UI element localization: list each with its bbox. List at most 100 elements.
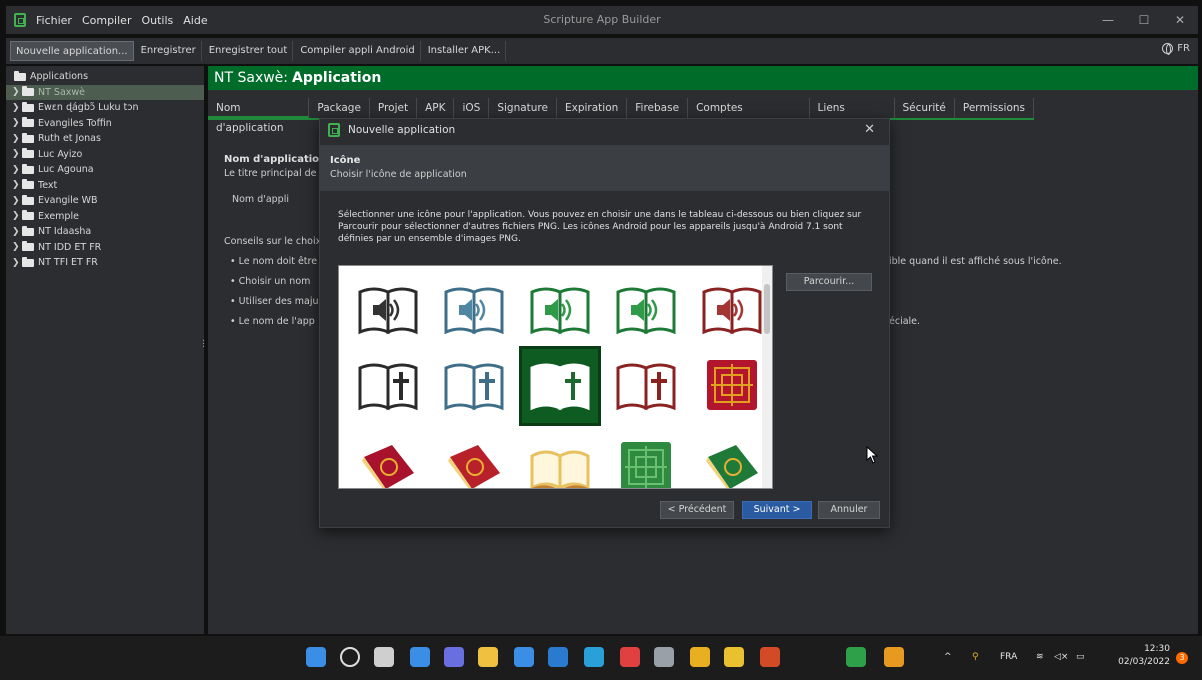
chevron-right-icon[interactable]: ❯ [12, 227, 22, 237]
icon-option[interactable] [691, 428, 772, 488]
microphone-icon[interactable]: ⚲ [972, 652, 979, 662]
icon-option[interactable] [347, 346, 429, 426]
tab-8[interactable]: Comptes d'utilisateurs [688, 98, 810, 134]
file-explorer-icon[interactable] [478, 647, 498, 667]
tab-0[interactable]: Nom d'application [208, 98, 310, 134]
chevron-right-icon[interactable]: ❯ [12, 103, 22, 113]
tray-chevron-icon[interactable]: ^ [944, 652, 952, 662]
browse-button[interactable]: Parcourir... [786, 273, 872, 291]
chevron-right-icon[interactable]: ❯ [12, 258, 22, 268]
chevron-right-icon[interactable]: ❯ [12, 118, 22, 128]
sidebar-item[interactable]: ❯ Luc Ayizo [6, 147, 204, 163]
icon-option[interactable] [347, 428, 429, 488]
menu-file[interactable]: Fichier [36, 14, 72, 27]
chevron-right-icon[interactable]: ❯ [12, 149, 22, 159]
sidebar-item[interactable]: ❯ Ruth et Jonas [6, 131, 204, 147]
chrome-icon[interactable] [724, 647, 744, 667]
clock[interactable]: 12:30 02/03/2022 [1118, 643, 1170, 669]
app-orange-icon[interactable] [884, 647, 904, 667]
tab-9[interactable]: Liens profonds [810, 98, 895, 134]
menu-help[interactable]: Aide [183, 14, 207, 27]
powerpoint-icon[interactable] [760, 647, 780, 667]
tab-2[interactable]: Projet [370, 98, 418, 118]
icon-option[interactable] [347, 270, 429, 350]
save-all-button[interactable]: Enregistrer tout [204, 41, 294, 61]
sidebar-item[interactable]: ❯ Exemple [6, 209, 204, 225]
chevron-right-icon[interactable]: ❯ [12, 165, 22, 175]
close-button[interactable]: ✕ [1162, 6, 1198, 34]
notification-badge[interactable]: 3 [1176, 652, 1188, 664]
chevron-right-icon[interactable]: ❯ [12, 134, 22, 144]
tab-5[interactable]: Signature [489, 98, 557, 118]
new-app-button[interactable]: Nouvelle application... [10, 41, 134, 61]
folder-icon [22, 179, 34, 190]
sidebar-item-label: Ruth et Jonas [38, 133, 101, 145]
previous-button[interactable]: < Précédent [660, 501, 734, 519]
chevron-right-icon[interactable]: ❯ [12, 87, 22, 97]
tab-6[interactable]: Expiration [557, 98, 628, 118]
maximize-button[interactable]: ☐ [1126, 6, 1162, 34]
sidebar-item[interactable]: ❯ Evangiles Toffin [6, 116, 204, 132]
tab-10[interactable]: Sécurité [895, 98, 955, 118]
battery-icon[interactable]: ▭ [1076, 652, 1085, 662]
icon-option[interactable] [605, 346, 687, 426]
cancel-button[interactable]: Annuler [818, 501, 880, 519]
lock-app-icon[interactable] [690, 647, 710, 667]
icon-option[interactable] [519, 346, 601, 426]
language-selector[interactable]: FR [1162, 43, 1190, 55]
sidebar-item[interactable]: ❯ Ewɛn ɖágbɔ̃ Luku tɔn [6, 100, 204, 116]
store-icon[interactable] [514, 647, 534, 667]
minimize-button[interactable]: — [1090, 6, 1126, 34]
task-view-icon[interactable] [374, 647, 394, 667]
tab-bar: Nom d'application Package Projet APK iOS Sign… [208, 98, 1034, 134]
install-apk-button[interactable]: Installer APK... [423, 41, 507, 61]
dialog-close-button[interactable]: ✕ [864, 122, 875, 137]
teams-chat-icon[interactable] [444, 647, 464, 667]
save-button[interactable]: Enregistrer [136, 41, 202, 61]
volume-icon[interactable]: ◁× [1054, 652, 1068, 662]
scripture-app-builder-icon[interactable] [846, 647, 866, 667]
splitter-handle[interactable]: · · · [202, 337, 205, 353]
tab-1[interactable]: Package [309, 98, 370, 118]
wifi-icon[interactable]: ≋ [1036, 652, 1044, 662]
sidebar-item[interactable]: ❯ NT Saxwè [6, 84, 204, 100]
widgets-icon[interactable] [410, 647, 430, 667]
icon-option[interactable] [519, 428, 601, 488]
menu-compile[interactable]: Compiler [82, 14, 132, 27]
icon-option[interactable] [433, 428, 515, 488]
chevron-right-icon[interactable]: ❯ [12, 242, 22, 252]
sidebar-item[interactable]: ❯ Luc Agouna [6, 162, 204, 178]
sidebar-item[interactable]: ❯ Evangile WB [6, 193, 204, 209]
icon-option[interactable] [433, 346, 515, 426]
tab-4[interactable]: iOS [454, 98, 490, 118]
icon-option[interactable] [605, 428, 687, 488]
tab-3[interactable]: APK [417, 98, 455, 118]
chevron-right-icon[interactable]: ❯ [12, 180, 22, 190]
app-gray-icon[interactable] [654, 647, 674, 667]
next-button[interactable]: Suivant > [742, 501, 812, 519]
section-description: Le titre principal de l [224, 168, 323, 179]
edge-icon[interactable] [584, 647, 604, 667]
tree-root[interactable]: Applications [6, 69, 204, 85]
icon-option[interactable] [433, 270, 515, 350]
tab-7[interactable]: Firebase [627, 98, 689, 118]
sidebar-item[interactable]: ❯ NT IDD ET FR [6, 240, 204, 256]
sidebar-item[interactable]: ❯ Text [6, 178, 204, 194]
build-android-button[interactable]: Compiler appli Android [295, 41, 421, 61]
chevron-right-icon[interactable]: ❯ [12, 211, 22, 221]
icon-option[interactable] [691, 270, 772, 350]
sidebar-item[interactable]: ❯ NT TFI ET FR [6, 255, 204, 271]
icon-option[interactable] [605, 270, 687, 350]
app-red-icon[interactable] [620, 647, 640, 667]
tab-11[interactable]: Permissions [955, 98, 1034, 118]
icon-option[interactable] [691, 346, 772, 426]
icon-option[interactable] [519, 270, 601, 350]
search-icon[interactable] [340, 647, 360, 667]
tips-title: Conseils sur le choix [224, 236, 322, 247]
menu-tools[interactable]: Outils [141, 14, 173, 27]
chevron-right-icon[interactable]: ❯ [12, 196, 22, 206]
windows-start-icon[interactable] [306, 647, 326, 667]
mail-icon[interactable] [548, 647, 568, 667]
input-language[interactable]: FRA [1000, 652, 1017, 662]
sidebar-item[interactable]: ❯ NT Idaasha [6, 224, 204, 240]
